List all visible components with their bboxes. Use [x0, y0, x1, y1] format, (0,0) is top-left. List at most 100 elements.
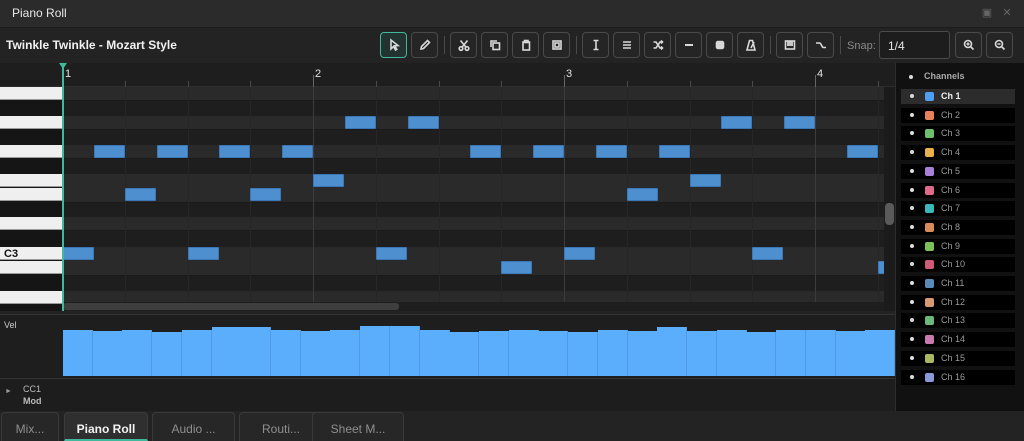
midi-note[interactable] — [533, 145, 564, 158]
tab-sheet-music[interactable]: Sheet M... — [312, 412, 404, 441]
channel-item[interactable]: Ch 5 — [901, 163, 1015, 179]
channel-item[interactable]: Ch 12 — [901, 294, 1015, 310]
velocity-bar[interactable] — [508, 330, 539, 376]
tab-audio[interactable]: Audio ... — [152, 412, 235, 441]
piano-key[interactable] — [0, 174, 62, 187]
scrollbar-thumb[interactable] — [885, 203, 894, 225]
velocity-bar[interactable] — [211, 327, 242, 376]
velocity-bar[interactable] — [865, 330, 896, 376]
midi-note[interactable] — [470, 145, 501, 158]
velocity-bar[interactable] — [449, 332, 480, 376]
piano-key[interactable] — [0, 217, 62, 230]
channel-item[interactable]: Ch 7 — [901, 201, 1015, 217]
stop-tool-button[interactable] — [706, 32, 733, 58]
midi-note[interactable] — [376, 247, 407, 260]
channel-item[interactable]: Ch 4 — [901, 145, 1015, 161]
velocity-bar[interactable] — [300, 331, 331, 376]
velocity-bar[interactable] — [389, 326, 420, 376]
playhead[interactable] — [62, 63, 64, 311]
cut-tool-button[interactable] — [450, 32, 477, 58]
channel-item[interactable]: Ch 11 — [901, 276, 1015, 291]
copy-tool-button[interactable] — [481, 32, 508, 58]
channel-item[interactable]: Ch 15 — [901, 350, 1015, 366]
velocity-bar[interactable] — [597, 330, 628, 376]
velocity-bar[interactable] — [360, 326, 391, 376]
select-tool-button[interactable] — [380, 32, 407, 58]
channel-item[interactable]: Ch 14 — [901, 332, 1015, 348]
channel-item[interactable]: Ch 9 — [901, 238, 1015, 254]
close-icon[interactable]: ✕ — [1000, 6, 1014, 20]
midi-note[interactable] — [501, 261, 532, 274]
midi-note[interactable] — [345, 116, 376, 129]
channel-item[interactable]: Ch 6 — [901, 182, 1015, 198]
velocity-bar[interactable] — [152, 332, 183, 376]
midi-note[interactable] — [659, 145, 690, 158]
midi-note[interactable] — [313, 174, 344, 187]
midi-note[interactable] — [408, 116, 439, 129]
velocity-bar[interactable] — [181, 330, 212, 376]
velocity-bar[interactable] — [271, 330, 301, 376]
midi-note[interactable] — [847, 145, 878, 158]
duplicate-tool-button[interactable] — [543, 32, 570, 58]
list-tool-button[interactable] — [613, 32, 640, 58]
vertical-scrollbar[interactable] — [884, 87, 895, 311]
snap-select[interactable]: 1/4 — [879, 31, 950, 59]
channel-item[interactable]: Ch 3 — [901, 126, 1015, 142]
note-grid[interactable] — [63, 87, 884, 305]
zoom-out-button[interactable] — [986, 32, 1013, 58]
piano-tool-button[interactable] — [776, 32, 803, 58]
velocity-bar[interactable] — [835, 331, 866, 376]
midi-note[interactable] — [94, 145, 125, 158]
channel-item[interactable]: Ch 10 — [901, 257, 1015, 273]
midi-note[interactable] — [250, 188, 281, 201]
midi-note[interactable] — [63, 247, 94, 260]
channel-item[interactable]: Ch 8 — [901, 219, 1015, 235]
velocity-bar[interactable] — [657, 327, 688, 376]
velocity-bar[interactable] — [241, 327, 272, 376]
velocity-bar[interactable] — [805, 330, 836, 376]
horizontal-scrollbar[interactable] — [63, 302, 884, 311]
velocity-bar[interactable] — [122, 330, 153, 376]
midi-note[interactable] — [752, 247, 783, 260]
piano-key-c3[interactable]: C3 — [0, 247, 62, 260]
velocity-bar[interactable] — [776, 330, 807, 376]
velocity-bar[interactable] — [687, 331, 717, 376]
midi-note[interactable] — [219, 145, 250, 158]
midi-note[interactable] — [157, 145, 188, 158]
zoom-in-button[interactable] — [955, 32, 982, 58]
piano-key[interactable] — [0, 87, 62, 100]
velocity-bar[interactable] — [63, 330, 93, 376]
velocity-bar[interactable] — [568, 332, 599, 376]
midi-note[interactable] — [188, 247, 219, 260]
midi-note[interactable] — [690, 174, 721, 187]
tab-mixer[interactable]: Mix... — [1, 412, 59, 441]
shuffle-tool-button[interactable] — [644, 32, 671, 58]
paste-tool-button[interactable] — [512, 32, 539, 58]
midi-note[interactable] — [596, 145, 627, 158]
piano-key[interactable] — [0, 291, 62, 304]
midi-note[interactable] — [564, 247, 595, 260]
velocity-bar[interactable] — [419, 330, 450, 376]
midi-note[interactable] — [784, 116, 815, 129]
channel-item[interactable]: Ch 13 — [901, 313, 1015, 329]
playhead-marker[interactable] — [59, 63, 67, 69]
midi-note[interactable] — [627, 188, 658, 201]
velocity-bar[interactable] — [716, 330, 747, 376]
piano-key[interactable] — [0, 116, 62, 129]
minus-tool-button[interactable] — [675, 32, 702, 58]
piano-key[interactable] — [0, 188, 62, 201]
piano-keyboard[interactable]: C3 — [0, 87, 62, 311]
metronome-tool-button[interactable] — [737, 32, 764, 58]
velocity-bar[interactable] — [330, 330, 361, 376]
channel-item[interactable]: Ch 2 — [901, 107, 1015, 123]
midi-note[interactable] — [721, 116, 752, 129]
piano-key[interactable] — [0, 261, 62, 274]
midi-note[interactable] — [125, 188, 156, 201]
velocity-bars[interactable] — [63, 326, 896, 376]
scrollbar-thumb[interactable] — [63, 303, 399, 310]
velocity-bar[interactable] — [627, 331, 658, 376]
velocity-bar[interactable] — [746, 332, 777, 376]
curve-tool-button[interactable] — [807, 32, 834, 58]
tab-routing[interactable]: Routi... — [239, 412, 323, 441]
velocity-bar[interactable] — [538, 331, 569, 376]
